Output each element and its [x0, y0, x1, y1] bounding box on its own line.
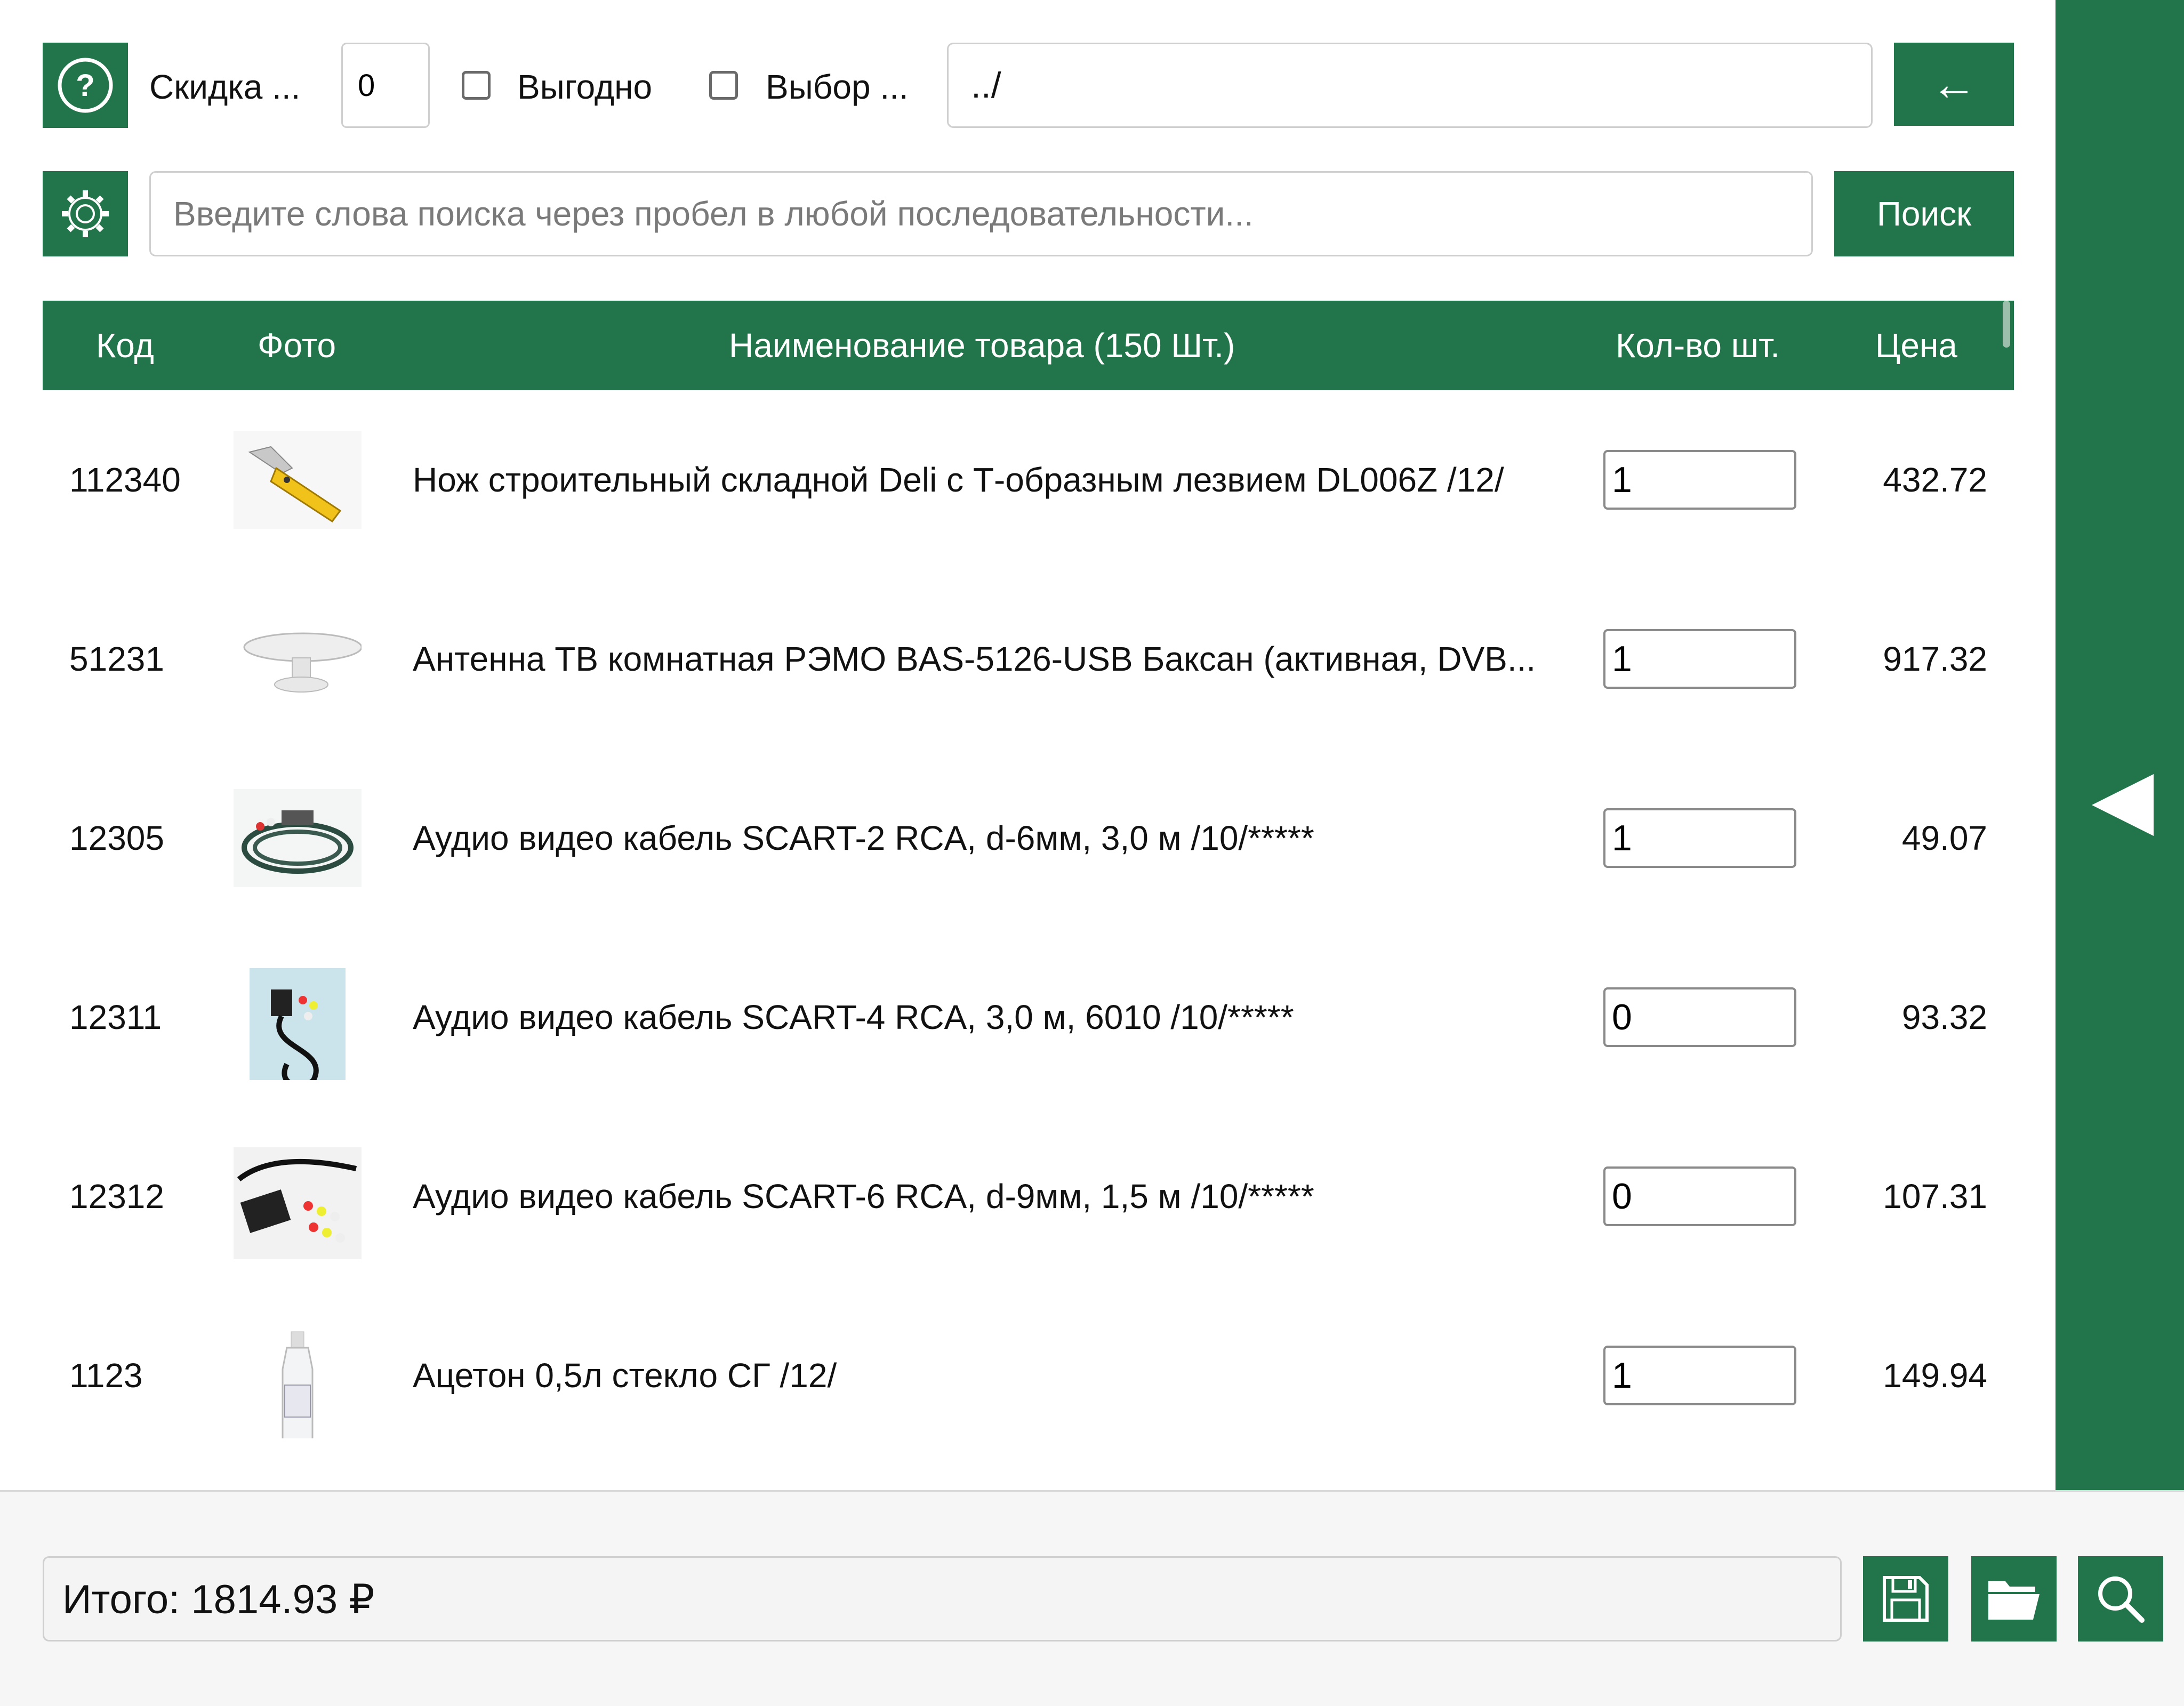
- table-row[interactable]: 12311 Аудио видео кабель SCART-4 RCA, 3,…: [43, 928, 2014, 1107]
- svg-text:?: ?: [76, 68, 94, 103]
- product-code: 1123: [69, 1356, 143, 1395]
- discount-input[interactable]: [341, 43, 430, 128]
- product-price: 107.31: [1883, 1177, 1987, 1216]
- table-row[interactable]: 1123 Ацетон 0,5л стекло СГ /12/ 149.94: [43, 1286, 2014, 1465]
- profitable-label: Выгодно: [517, 68, 653, 106]
- table-row[interactable]: 12305 Аудио видео кабель SCART-2 RCA, d-…: [43, 749, 2014, 928]
- cable-photo: [234, 1147, 362, 1259]
- product-price: 917.32: [1883, 640, 1987, 678]
- profitable-checkbox[interactable]: [462, 71, 491, 100]
- search-input[interactable]: [149, 171, 1813, 256]
- help-button[interactable]: ?: [43, 43, 128, 128]
- folding-knife-photo: [234, 431, 362, 529]
- product-code: 51231: [69, 640, 164, 678]
- floppy-disk-icon: [1883, 1576, 1929, 1622]
- table-header: Код Фото Наименование товара (150 Шт.) К…: [43, 301, 2014, 390]
- open-folder-button[interactable]: [1971, 1556, 2057, 1641]
- product-code: 12312: [69, 1177, 164, 1216]
- folder-icon: [1988, 1581, 2040, 1620]
- column-header-qty[interactable]: Кол-во шт.: [1616, 301, 1780, 390]
- table-row[interactable]: 112340 Нож строительный складной Deli с …: [43, 390, 2014, 569]
- table-row[interactable]: 51231 Антенна ТВ комнатная РЭМО BAS-5126…: [43, 569, 2014, 749]
- product-name[interactable]: Аудио видео кабель SCART-6 RCA, d-9мм, 1…: [413, 1107, 1586, 1286]
- search-button[interactable]: Поиск: [1834, 171, 2014, 256]
- product-price: 49.07: [1901, 819, 1987, 857]
- search-icon: [2098, 1576, 2145, 1623]
- find-button[interactable]: [2078, 1556, 2163, 1641]
- total-text: Итого: 1814.93 ₽: [62, 1576, 375, 1622]
- product-name[interactable]: Аудио видео кабель SCART-4 RCA, 3,0 м, 6…: [413, 928, 1586, 1107]
- arrow-left-icon: ←: [1931, 58, 1977, 110]
- product-code: 12311: [69, 998, 162, 1036]
- quantity-input[interactable]: [1603, 808, 1796, 868]
- product-name[interactable]: Нож строительный складной Deli с Т-образ…: [413, 390, 1586, 569]
- product-price: 93.32: [1901, 998, 1987, 1036]
- gear-icon: [62, 190, 109, 237]
- product-name[interactable]: Аудио видео кабель SCART-2 RCA, d-6мм, 3…: [413, 749, 1586, 928]
- column-header-name[interactable]: Наименование товара (150 Шт.): [729, 301, 1235, 390]
- cable-photo: [250, 968, 346, 1080]
- column-header-price[interactable]: Цена: [1875, 301, 1957, 390]
- cable-photo: [234, 789, 362, 887]
- bottle-photo: [234, 1326, 362, 1438]
- scrollbar[interactable]: [2003, 301, 2010, 348]
- product-code: 12305: [69, 819, 164, 857]
- settings-button[interactable]: [43, 171, 128, 256]
- side-panel: [2055, 0, 2184, 1490]
- choice-checkbox[interactable]: [709, 71, 738, 100]
- path-text: ../: [971, 65, 1001, 106]
- discount-label: Скидка ...: [149, 68, 301, 106]
- back-button[interactable]: ←: [1894, 43, 2014, 126]
- product-name[interactable]: Ацетон 0,5л стекло СГ /12/: [413, 1286, 1586, 1465]
- quantity-input[interactable]: [1603, 1346, 1796, 1405]
- save-button[interactable]: [1863, 1556, 1948, 1641]
- product-price: 149.94: [1883, 1356, 1987, 1395]
- total-field: Итого: 1814.93 ₽: [43, 1556, 1842, 1641]
- product-price: 432.72: [1883, 461, 1987, 499]
- path-field[interactable]: ../: [947, 43, 1873, 128]
- antenna-photo: [234, 610, 362, 708]
- quantity-input[interactable]: [1603, 987, 1796, 1047]
- question-icon: ?: [58, 58, 113, 113]
- quantity-input[interactable]: [1603, 629, 1796, 689]
- column-header-photo[interactable]: Фото: [258, 301, 336, 390]
- collapse-panel-arrow-icon[interactable]: [2092, 774, 2154, 836]
- product-name[interactable]: Антенна ТВ комнатная РЭМО BAS-5126-USB Б…: [413, 569, 1586, 749]
- quantity-input[interactable]: [1603, 1166, 1796, 1226]
- footer: Итого: 1814.93 ₽: [0, 1490, 2184, 1706]
- column-header-code[interactable]: Код: [96, 301, 154, 390]
- choice-label: Выбор ...: [766, 68, 909, 106]
- product-code: 112340: [69, 461, 181, 499]
- table-row[interactable]: 12312 Аудио видео кабель SCART-6 RCA, d-…: [43, 1107, 2014, 1286]
- quantity-input[interactable]: [1603, 450, 1796, 510]
